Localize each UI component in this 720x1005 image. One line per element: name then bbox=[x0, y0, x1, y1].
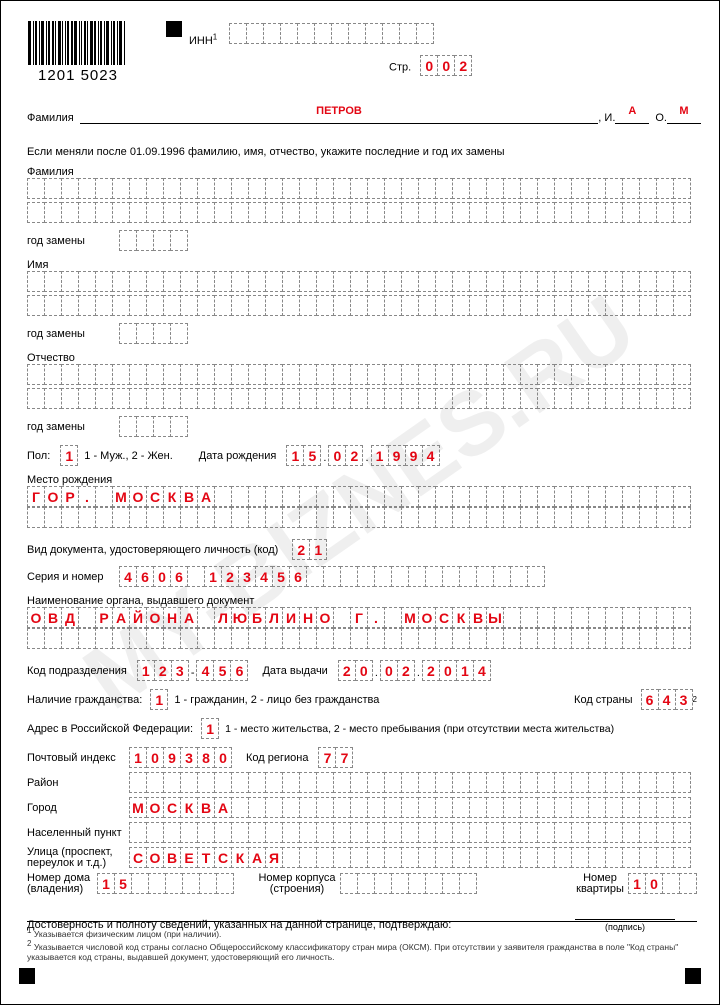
city-value[interactable]: МОСКВА bbox=[129, 797, 691, 818]
initial-i-label: , И. bbox=[598, 112, 615, 124]
year-change-3[interactable] bbox=[119, 416, 188, 437]
barcode: 1201 5023 bbox=[28, 21, 128, 84]
year-change-1[interactable] bbox=[119, 230, 188, 251]
inn-label: ИНН1 bbox=[189, 35, 217, 47]
postal-value[interactable]: 109380 bbox=[129, 747, 232, 768]
pob-row2[interactable] bbox=[27, 507, 691, 528]
district-value[interactable] bbox=[129, 772, 691, 793]
surname-value[interactable]: ПЕТРОВ bbox=[80, 105, 599, 124]
dob-label: Дата рождения bbox=[199, 450, 277, 462]
barcode-number: 1201 5023 bbox=[28, 67, 128, 84]
year-change-2[interactable] bbox=[119, 323, 188, 344]
year-change-3-label: год замены bbox=[27, 421, 119, 433]
city-label: Город bbox=[27, 802, 129, 814]
initial-o-label: О. bbox=[655, 112, 667, 124]
sex-hint: 1 - Муж., 2 - Жен. bbox=[78, 450, 179, 462]
sex-value[interactable]: 1 bbox=[60, 445, 78, 466]
page-number: 002 bbox=[420, 55, 472, 76]
street-label: Улица (проспект,переулок и т.д.) bbox=[27, 847, 129, 869]
form-page: MY-BIZNES.RU 1201 5023 ИНН1 Стр. 002 Ф bbox=[0, 0, 720, 1005]
flat-label: Номерквартиры bbox=[572, 873, 628, 895]
issuer-row2[interactable] bbox=[27, 628, 691, 649]
pob-row1[interactable]: ГОР. МОСКВА bbox=[27, 486, 691, 507]
issuer-label: Наименование органа, выдавшего документ bbox=[27, 595, 697, 607]
prev-surname-row2[interactable] bbox=[27, 202, 691, 223]
prev-surname-label: Фамилия bbox=[27, 166, 697, 178]
prev-surname-row1[interactable] bbox=[27, 178, 691, 199]
footnotes: 1 Указывается физическим лицом (при нали… bbox=[27, 921, 697, 962]
inn-field[interactable] bbox=[229, 23, 434, 44]
settlement-value[interactable] bbox=[129, 822, 691, 843]
surname-label: Фамилия bbox=[27, 112, 74, 124]
house-value[interactable]: 15 bbox=[97, 873, 234, 894]
year-change-1-label: год замены bbox=[27, 235, 119, 247]
district-label: Район bbox=[27, 777, 129, 789]
korpus-label: Номер корпуса(строения) bbox=[254, 873, 340, 895]
prev-patronymic-row2[interactable] bbox=[27, 388, 691, 409]
series-value[interactable]: 4606 123456 bbox=[119, 566, 545, 587]
settlement-label: Населенный пункт bbox=[27, 827, 129, 839]
country-code-label: Код страны bbox=[574, 694, 633, 706]
issue-date-label: Дата выдачи bbox=[262, 665, 327, 677]
country-code-value[interactable]: 643 bbox=[641, 689, 693, 710]
marker-top bbox=[166, 21, 182, 37]
page-label: Стр. bbox=[389, 62, 411, 74]
pob-label: Место рождения bbox=[27, 474, 697, 486]
flat-value[interactable]: 10 bbox=[628, 873, 697, 894]
street-value[interactable]: СОВЕТСКАЯ bbox=[129, 847, 691, 868]
doc-type-value[interactable]: 21 bbox=[292, 539, 327, 560]
marker-bottom-left bbox=[19, 968, 35, 984]
citizenship-label: Наличие гражданства: bbox=[27, 694, 142, 706]
year-change-2-label: год замены bbox=[27, 328, 119, 340]
citizenship-value[interactable]: 1 bbox=[150, 689, 168, 710]
issue-date-value[interactable]: 20.02.2014 bbox=[338, 660, 491, 681]
issuer-row1[interactable]: ОВД РАЙОНА ЛЮБЛИНО Г. МОСКВЫ bbox=[27, 607, 691, 628]
doc-type-label: Вид документа, удостоверяющего личность … bbox=[27, 544, 278, 556]
house-label: Номер дома(владения) bbox=[27, 873, 97, 895]
prev-patronymic-label: Отчество bbox=[27, 352, 697, 364]
postal-label: Почтовый индекс bbox=[27, 752, 129, 764]
sex-label: Пол: bbox=[27, 450, 50, 462]
prev-name-row2[interactable] bbox=[27, 295, 691, 316]
address-type-label: Адрес в Российской Федерации: bbox=[27, 723, 193, 735]
korpus-value[interactable] bbox=[340, 873, 477, 894]
citizenship-hint: 1 - гражданин, 2 - лицо без гражданства bbox=[168, 694, 385, 706]
series-label: Серия и номер bbox=[27, 571, 119, 583]
dob-value[interactable]: 15.02.1994 bbox=[286, 445, 439, 466]
prev-name-label: Имя bbox=[27, 259, 697, 271]
prev-name-row1[interactable] bbox=[27, 271, 691, 292]
initial-o[interactable]: М bbox=[667, 105, 701, 124]
dept-code-label: Код подразделения bbox=[27, 665, 127, 677]
initial-i[interactable]: А bbox=[615, 105, 649, 124]
region-value[interactable]: 77 bbox=[318, 747, 353, 768]
dept-code-value[interactable]: 123-456 bbox=[137, 660, 249, 681]
address-type-hint: 1 - место жительства, 2 - место пребыван… bbox=[219, 723, 620, 735]
region-label: Код региона bbox=[246, 752, 308, 764]
intro-text: Если меняли после 01.09.1996 фамилию, им… bbox=[27, 146, 697, 158]
prev-patronymic-row1[interactable] bbox=[27, 364, 691, 385]
address-type-value[interactable]: 1 bbox=[201, 718, 219, 739]
marker-bottom-right bbox=[685, 968, 701, 984]
